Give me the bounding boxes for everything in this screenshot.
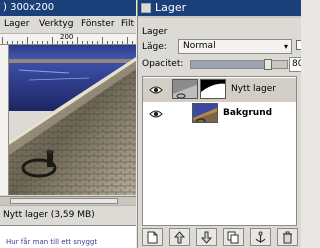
layer-mask-thumbnail	[200, 79, 226, 99]
opacity-spinbox[interactable]: 80	[289, 57, 301, 72]
horizontal-scrollbar[interactable]	[0, 196, 136, 205]
new-layer-icon	[147, 231, 158, 244]
anchor-layer-icon	[255, 231, 266, 243]
ruler-tick	[132, 41, 133, 44]
ruler-tick	[2, 37, 3, 44]
layers-dialog-titlebar[interactable]: Lager	[138, 0, 301, 16]
layer-thumbnail	[192, 103, 218, 123]
ruler-label: 200	[60, 33, 74, 41]
ruler-tick	[112, 41, 113, 44]
ruler-tick	[7, 41, 8, 44]
delete-layer-icon	[283, 231, 292, 244]
opacity-slider-handle[interactable]	[264, 59, 272, 70]
horizontal-ruler: 200	[0, 33, 136, 45]
ruler-tick	[57, 41, 58, 44]
background-page: Hur får man till ett snyggt	[0, 225, 136, 248]
ruler-tick	[67, 41, 68, 44]
vertical-ruler	[0, 45, 9, 195]
menu-lager[interactable]: Lager	[4, 16, 29, 33]
layer-name[interactable]: Bakgrund	[223, 107, 272, 119]
mode-select[interactable]: Normal ▾	[178, 39, 292, 54]
background-page-link[interactable]: Hur får man till ett snyggt	[6, 238, 97, 246]
delete-layer-button[interactable]	[277, 228, 298, 246]
status-text: Nytt lager (3,59 MB)	[3, 210, 95, 220]
raise-layer-icon	[173, 231, 186, 244]
new-layer-button[interactable]	[142, 228, 163, 246]
ruler-tick	[127, 37, 128, 44]
dock-separator	[138, 16, 301, 18]
ruler-tick	[47, 41, 48, 44]
ruler-tick	[17, 41, 18, 44]
section-label: Lager	[142, 27, 168, 37]
ruler-tick	[92, 41, 93, 44]
window-menu-icon[interactable]	[141, 3, 151, 13]
ruler-tick	[12, 41, 13, 44]
layers-dialog: Lager Lager Läge: Normal ▾ Opacitet: 80	[137, 0, 301, 248]
ruler-tick	[107, 41, 108, 44]
ruler-tick	[52, 37, 53, 44]
menu-verktyg[interactable]: Verktyg	[39, 16, 73, 33]
duplicate-layer-icon	[227, 231, 239, 244]
ruler-tick	[27, 37, 28, 44]
ruler-tick	[32, 41, 33, 44]
ruler-tick	[37, 41, 38, 44]
lower-layer-icon	[200, 231, 213, 244]
duplicate-layer-button[interactable]	[223, 228, 244, 246]
layer-toolbar	[142, 228, 298, 248]
ruler-tick	[72, 41, 73, 44]
harbor-photo	[9, 45, 136, 195]
ruler-tick	[87, 41, 88, 44]
ruler-tick	[77, 37, 78, 44]
ruler-tick	[117, 41, 118, 44]
chevron-down-icon: ▾	[283, 42, 288, 51]
layers-dialog-title: Lager	[155, 1, 187, 14]
ruler-tick	[62, 41, 63, 44]
ruler-tick	[22, 41, 23, 44]
ruler-tick	[97, 41, 98, 44]
eye-icon[interactable]	[149, 108, 163, 120]
status-bar: Nytt lager (3,59 MB)	[0, 205, 136, 225]
mode-label: Läge:	[142, 42, 167, 52]
menu-filter[interactable]: Filt	[121, 16, 134, 33]
menubar: Lager Verktyg Fönster Filt	[0, 16, 136, 34]
lower-layer-button[interactable]	[196, 228, 217, 246]
scrollbar-thumb[interactable]	[10, 198, 118, 204]
opacity-slider[interactable]	[190, 59, 288, 70]
layer-row-nytt-lager[interactable]: Nytt lager	[143, 78, 296, 102]
keep-transparency-checkbox[interactable]	[296, 40, 301, 50]
layer-row-bakgrund[interactable]: Bakgrund	[143, 102, 296, 126]
image-window-titlebar[interactable]: ) 300x200	[0, 0, 136, 16]
ruler-tick	[102, 37, 103, 44]
opacity-slider-fill	[191, 61, 268, 68]
mode-select-value: Normal	[183, 41, 216, 51]
image-window: ) 300x200 Lager Verktyg Fönster Filt 200	[0, 0, 136, 248]
layer-name[interactable]: Nytt lager	[231, 83, 276, 95]
menu-fonster[interactable]: Fönster	[81, 16, 115, 33]
image-window-title: ) 300x200	[3, 2, 55, 13]
eye-icon[interactable]	[149, 84, 163, 96]
raise-layer-button[interactable]	[169, 228, 190, 246]
ruler-tick	[42, 41, 43, 44]
anchor-layer-button[interactable]	[250, 228, 271, 246]
layer-list: Nytt lager Bakgrund	[142, 76, 297, 226]
image-canvas[interactable]	[9, 45, 136, 195]
ruler-tick	[82, 41, 83, 44]
ruler-tick	[122, 41, 123, 44]
layer-thumbnail	[172, 79, 198, 99]
opacity-label: Opacitet:	[142, 59, 184, 69]
